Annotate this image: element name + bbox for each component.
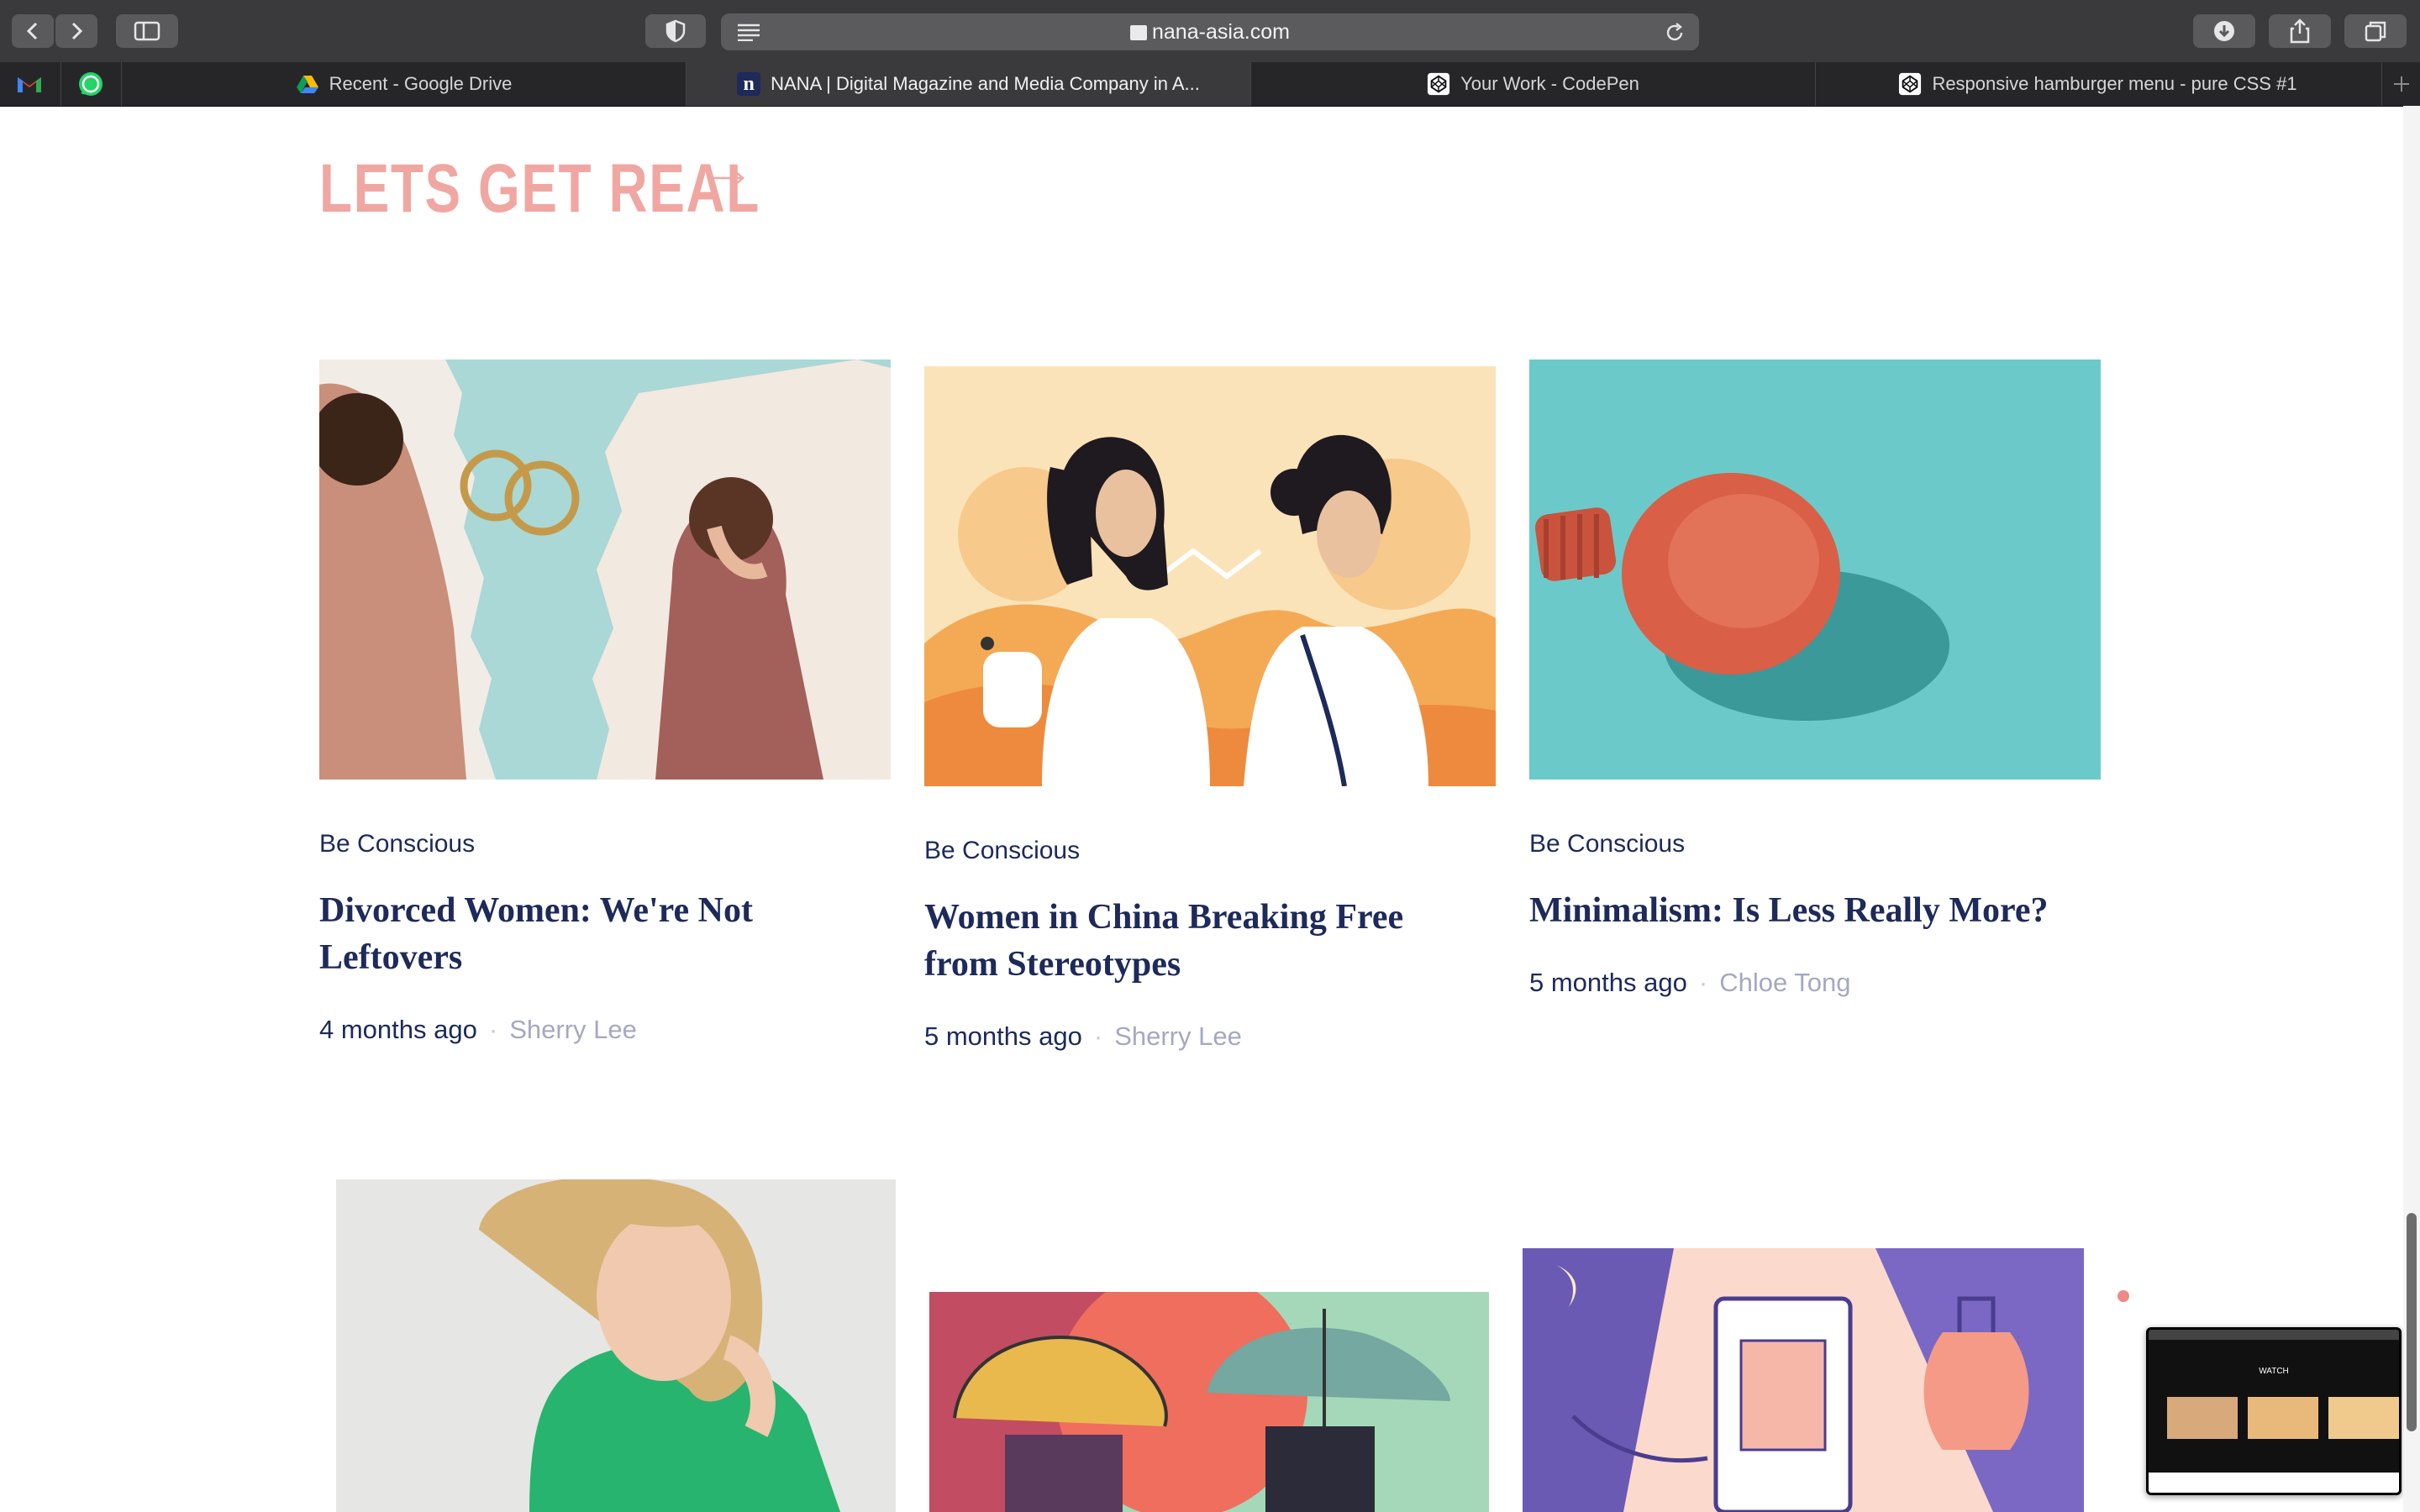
article-image-minimalism[interactable] <box>1529 360 2101 780</box>
lock-icon <box>1130 25 1147 40</box>
pip-title-bar <box>2149 1330 2399 1340</box>
article-image-umbrellas[interactable] <box>929 1292 1489 1512</box>
article-title[interactable]: Divorced Women: We're Not Leftovers <box>319 887 891 981</box>
pip-footer <box>2149 1473 2399 1493</box>
pip-thumbnail <box>2328 1397 2399 1439</box>
sidebar-toggle-button[interactable] <box>116 14 178 48</box>
tab-codepen-hamburger[interactable]: Responsive hamburger menu - pure CSS #1 <box>1815 62 2380 106</box>
codepen-icon <box>1898 72 1922 96</box>
shield-icon <box>666 19 686 43</box>
article-meta: 5 months ago · Chloe Tong <box>1529 968 1850 998</box>
url-text: nana-asia.com <box>721 13 1699 50</box>
pinned-tab-gmail[interactable] <box>0 62 59 106</box>
nana-icon: n <box>737 72 761 96</box>
pip-label: WATCH <box>2259 1367 2289 1376</box>
pip-preview-window[interactable]: WATCH <box>2146 1327 2402 1495</box>
article-image-tarot[interactable] <box>1523 1248 2084 1512</box>
back-button[interactable] <box>12 14 54 48</box>
pinned-tab-whatsapp[interactable] <box>60 62 120 106</box>
article-title-line: Leftovers <box>319 938 463 977</box>
pip-thumbnail <box>2167 1397 2238 1439</box>
tab-title: Your Work - CodePen <box>1460 73 1639 94</box>
article-author[interactable]: Sherry Lee <box>509 1015 637 1044</box>
chevron-left-icon <box>26 22 38 40</box>
tab-google-drive[interactable]: Recent - Google Drive <box>121 62 686 106</box>
article-meta: 4 months ago · Sherry Lee <box>319 1015 637 1045</box>
article-title-line: from Stereotypes <box>924 945 1181 984</box>
forward-button[interactable] <box>55 14 97 48</box>
article-category[interactable]: Be Conscious <box>1529 830 1685 858</box>
codepen-icon <box>1427 72 1450 96</box>
share-icon <box>2290 18 2310 44</box>
sidebar-icon <box>134 21 160 41</box>
article-category[interactable]: Be Conscious <box>924 837 1080 865</box>
tab-codepen-work[interactable]: Your Work - CodePen <box>1250 62 1815 106</box>
tab-title: NANA | Digital Magazine and Media Compan… <box>771 73 1200 94</box>
article-title-line: Minimalism: Is Less Really More? <box>1529 891 2049 930</box>
tabs-icon <box>2365 21 2386 42</box>
tab-title: Recent - Google Drive <box>329 73 513 94</box>
article-title[interactable]: Minimalism: Is Less Really More? <box>1529 887 2101 934</box>
downloads-button[interactable] <box>2193 14 2255 48</box>
tab-overview-button[interactable] <box>2344 14 2407 48</box>
plus-icon <box>2394 76 2409 92</box>
article-image-divorced-women[interactable] <box>319 360 891 780</box>
article-author[interactable]: Sherry Lee <box>1114 1021 1242 1051</box>
section-title[interactable]: LETS GET REAL <box>319 151 760 227</box>
scrollbar-thumb[interactable] <box>2407 1213 2417 1431</box>
tab-nana[interactable]: n NANA | Digital Magazine and Media Comp… <box>686 62 1250 106</box>
new-tab-button[interactable] <box>2381 62 2420 106</box>
address-bar[interactable]: nana-asia.com <box>721 13 1699 50</box>
article-title-line: Women in China Breaking Free <box>924 898 1404 937</box>
article-time: 5 months ago <box>1529 968 1687 997</box>
article-title[interactable]: Women in China Breaking Free from Stereo… <box>924 894 1496 988</box>
article-author[interactable]: Chloe Tong <box>1719 968 1850 997</box>
tab-title: Responsive hamburger menu - pure CSS #1 <box>1932 73 2297 94</box>
article-category[interactable]: Be Conscious <box>319 830 475 858</box>
chevron-right-icon <box>71 22 83 40</box>
article-time: 4 months ago <box>319 1015 477 1044</box>
pip-thumbnail <box>2248 1397 2318 1439</box>
article-meta: 5 months ago · Sherry Lee <box>924 1021 1242 1052</box>
meta-separator: · <box>1698 968 1708 997</box>
arrow-right-icon[interactable] <box>709 168 746 192</box>
meta-separator: · <box>1093 1021 1103 1051</box>
meta-separator: · <box>488 1015 498 1044</box>
notification-dot <box>2118 1290 2129 1302</box>
reload-icon[interactable] <box>1664 22 1686 48</box>
article-title-line: Divorced Women: We're Not <box>319 891 753 930</box>
url-value: nana-asia.com <box>1152 20 1290 44</box>
gmail-icon <box>18 77 41 92</box>
google-drive-icon <box>296 72 319 96</box>
share-button[interactable] <box>2269 14 2331 48</box>
whatsapp-icon <box>79 72 103 96</box>
article-image-woman-green-sweater[interactable] <box>336 1179 896 1512</box>
download-icon <box>2214 21 2234 41</box>
article-image-women-in-china[interactable] <box>924 366 1496 786</box>
privacy-report-button[interactable] <box>645 14 706 48</box>
article-time: 5 months ago <box>924 1021 1082 1051</box>
